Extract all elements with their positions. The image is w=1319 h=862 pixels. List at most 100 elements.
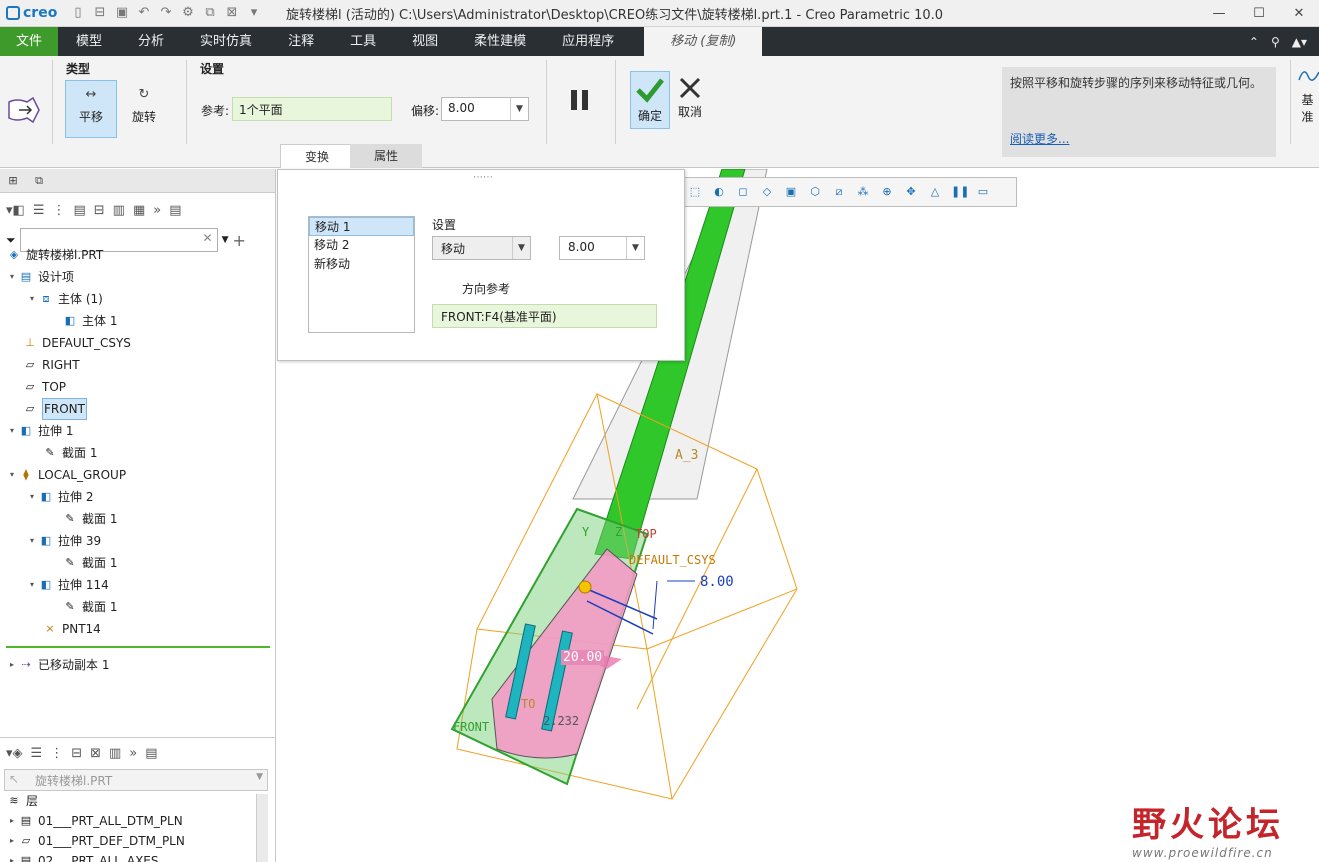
- layer-item[interactable]: ▸ ▤ 02___PRT_ALL_AXES: [6, 851, 159, 862]
- rotate-button[interactable]: ↻ 旋转: [118, 80, 170, 138]
- chevron-down-icon[interactable]: ▾: [26, 575, 38, 595]
- chevron-right-icon[interactable]: ▸: [6, 811, 18, 831]
- offset-dimension[interactable]: 8.00: [700, 574, 734, 590]
- read-more-link[interactable]: 阅读更多...: [1010, 131, 1069, 147]
- more-icon[interactable]: »: [129, 746, 137, 761]
- cancel-button[interactable]: 取消: [674, 76, 706, 120]
- tree-item-moved-copy[interactable]: ▸ ⇢ 已移动副本 1: [6, 655, 109, 675]
- model-tree-tab-icon[interactable]: ⊞: [4, 172, 22, 190]
- layer-item[interactable]: ▸ ▱ 01___PRT_DEF_DTM_PLN: [6, 831, 185, 851]
- tab-flexible-modeling[interactable]: 柔性建模: [456, 27, 544, 56]
- triangle-icon[interactable]: △: [927, 184, 943, 200]
- insert-here-indicator[interactable]: [6, 646, 270, 648]
- layer-scrollbar[interactable]: [256, 794, 268, 862]
- chevron-down-icon[interactable]: ▾: [6, 421, 18, 441]
- tab-move-copy[interactable]: 移动 (复制): [644, 27, 763, 56]
- maximize-button[interactable]: ☐: [1239, 6, 1279, 21]
- view-manager-icon[interactable]: ◇: [759, 184, 775, 200]
- tab-properties[interactable]: 属性: [350, 144, 423, 168]
- appearance-icon[interactable]: ✥: [903, 184, 919, 200]
- details-icon[interactable]: ▤: [169, 203, 181, 218]
- layer-hide-icon[interactable]: ⊠: [90, 746, 101, 761]
- tree-item-local-group[interactable]: ▾ ⧫ LOCAL_GROUP: [6, 465, 126, 485]
- tree-item-body[interactable]: ◧ 主体 1: [62, 311, 118, 331]
- regenerate-icon[interactable]: ⚙: [180, 5, 196, 21]
- angle-dimension[interactable]: 20.00: [561, 650, 605, 665]
- annotation-display-icon[interactable]: ⁂: [855, 184, 871, 200]
- tree-item-section[interactable]: ✎ 截面 1: [42, 443, 97, 463]
- chevron-down-icon[interactable]: ▼: [222, 235, 229, 245]
- perspective-icon[interactable]: ⬡: [807, 184, 823, 200]
- tree-item-extrude-2[interactable]: ▾ ◧ 拉伸 2: [26, 487, 93, 507]
- close-button[interactable]: ✕: [1279, 6, 1319, 21]
- model-tree-icon[interactable]: ▾◧: [6, 203, 25, 218]
- zoom-window-icon[interactable]: ⬚: [687, 184, 703, 200]
- move-amount-dropdown[interactable]: 8.00 ▼: [559, 236, 645, 260]
- spin-center-icon[interactable]: ⊕: [879, 184, 895, 200]
- tree-item-design-items[interactable]: ▾ ▤ 设计项: [6, 267, 74, 287]
- tab-annotate[interactable]: 注释: [270, 27, 332, 56]
- tree-item-section[interactable]: ✎ 截面 1: [62, 553, 117, 573]
- folder-browser-tab-icon[interactable]: ⧉: [30, 172, 48, 190]
- tab-applications[interactable]: 应用程序: [544, 27, 632, 56]
- undo-icon[interactable]: ↶: [136, 5, 152, 21]
- tab-analysis[interactable]: 分析: [120, 27, 182, 56]
- saved-views-icon[interactable]: ◻: [735, 184, 751, 200]
- layer-model-select[interactable]: ↖ 旋转楼梯l.PRT ▼: [4, 769, 268, 791]
- tree-item-right[interactable]: ▱ RIGHT: [22, 355, 80, 375]
- display-style-icon[interactable]: ▣: [783, 184, 799, 200]
- tree-item-extrude-114[interactable]: ▾ ◧ 拉伸 114: [26, 575, 109, 595]
- tab-file[interactable]: 文件: [0, 27, 59, 56]
- layer-isolate-icon[interactable]: ▥: [109, 746, 121, 761]
- chevron-right-icon[interactable]: ▸: [6, 655, 18, 675]
- repaint-icon[interactable]: ◐: [711, 184, 727, 200]
- translate-button[interactable]: ↔ 平移: [65, 80, 117, 138]
- tree-item-pnt14[interactable]: × PNT14: [42, 619, 100, 639]
- tree-item-front[interactable]: ▱ FRONT: [22, 398, 87, 420]
- close-window-icon[interactable]: ⊠: [224, 5, 240, 21]
- save-icon[interactable]: ▣: [114, 5, 130, 21]
- tree-item-body-group[interactable]: ▾ ⧈ 主体 (1): [26, 289, 103, 309]
- help-icon[interactable]: ▲▾: [1292, 35, 1307, 49]
- tab-model[interactable]: 模型: [58, 27, 120, 56]
- ok-button[interactable]: 确定: [630, 71, 670, 129]
- tab-live-simulation[interactable]: 实时仿真: [182, 27, 270, 56]
- drag-handle-icon[interactable]: ⋯⋯: [473, 172, 493, 183]
- tab-view[interactable]: 视图: [394, 27, 456, 56]
- tree-settings-icon[interactable]: ▤: [73, 203, 85, 218]
- clear-icon[interactable]: ✕: [203, 231, 213, 245]
- chevron-down-icon[interactable]: ▾: [26, 289, 38, 309]
- windows-icon[interactable]: ⧉: [202, 5, 218, 21]
- datum-button[interactable]: 基准: [1296, 64, 1319, 125]
- direction-reference-field[interactable]: FRONT:F4(基准平面): [432, 304, 657, 328]
- tree-item-section[interactable]: ✎ 截面 1: [62, 509, 117, 529]
- move-type-dropdown[interactable]: 移动 ▼: [432, 236, 531, 260]
- move-list[interactable]: 移动 1 移动 2 新移动: [308, 216, 415, 333]
- minimize-button[interactable]: —: [1199, 6, 1239, 21]
- list-item[interactable]: 移动 2: [309, 236, 414, 255]
- collapse-ribbon-icon[interactable]: ⌃: [1249, 35, 1259, 49]
- tree-columns2-icon[interactable]: ▥: [113, 203, 125, 218]
- tree-item-extrude-39[interactable]: ▾ ◧ 拉伸 39: [26, 531, 101, 551]
- pause-button[interactable]: [566, 86, 594, 114]
- datum-display-icon[interactable]: ⧄: [831, 184, 847, 200]
- layer-list-icon[interactable]: ☰: [31, 746, 43, 761]
- tree-item-extrude-1[interactable]: ▾ ◧ 拉伸 1: [6, 421, 73, 441]
- layer-item[interactable]: ▸ ▤ 01___PRT_ALL_DTM_PLN: [6, 811, 183, 831]
- search-icon[interactable]: ⚲: [1271, 35, 1280, 49]
- chevron-down-icon[interactable]: ▾: [26, 531, 38, 551]
- chevron-right-icon[interactable]: ▸: [6, 831, 18, 851]
- open-file-icon[interactable]: ⊟: [92, 5, 108, 21]
- chevron-right-icon[interactable]: ▸: [6, 851, 18, 862]
- tree-item-top[interactable]: ▱ TOP: [22, 377, 66, 397]
- reference-field[interactable]: 1个平面: [232, 97, 392, 121]
- chevron-down-icon[interactable]: ▾: [6, 465, 18, 485]
- customize-qat-icon[interactable]: ▾: [246, 5, 262, 21]
- layers-icon[interactable]: ▾◈: [6, 746, 23, 761]
- tree-item-root[interactable]: ◈ 旋转楼梯l.PRT: [6, 245, 103, 265]
- tree-item-section[interactable]: ✎ 截面 1: [62, 597, 117, 617]
- tree-filter-icon[interactable]: ⊟: [94, 203, 105, 218]
- chevron-down-icon[interactable]: ▾: [26, 487, 38, 507]
- tree-item-csys[interactable]: ⊥ DEFAULT_CSYS: [22, 333, 131, 353]
- more-icon[interactable]: »: [153, 203, 161, 218]
